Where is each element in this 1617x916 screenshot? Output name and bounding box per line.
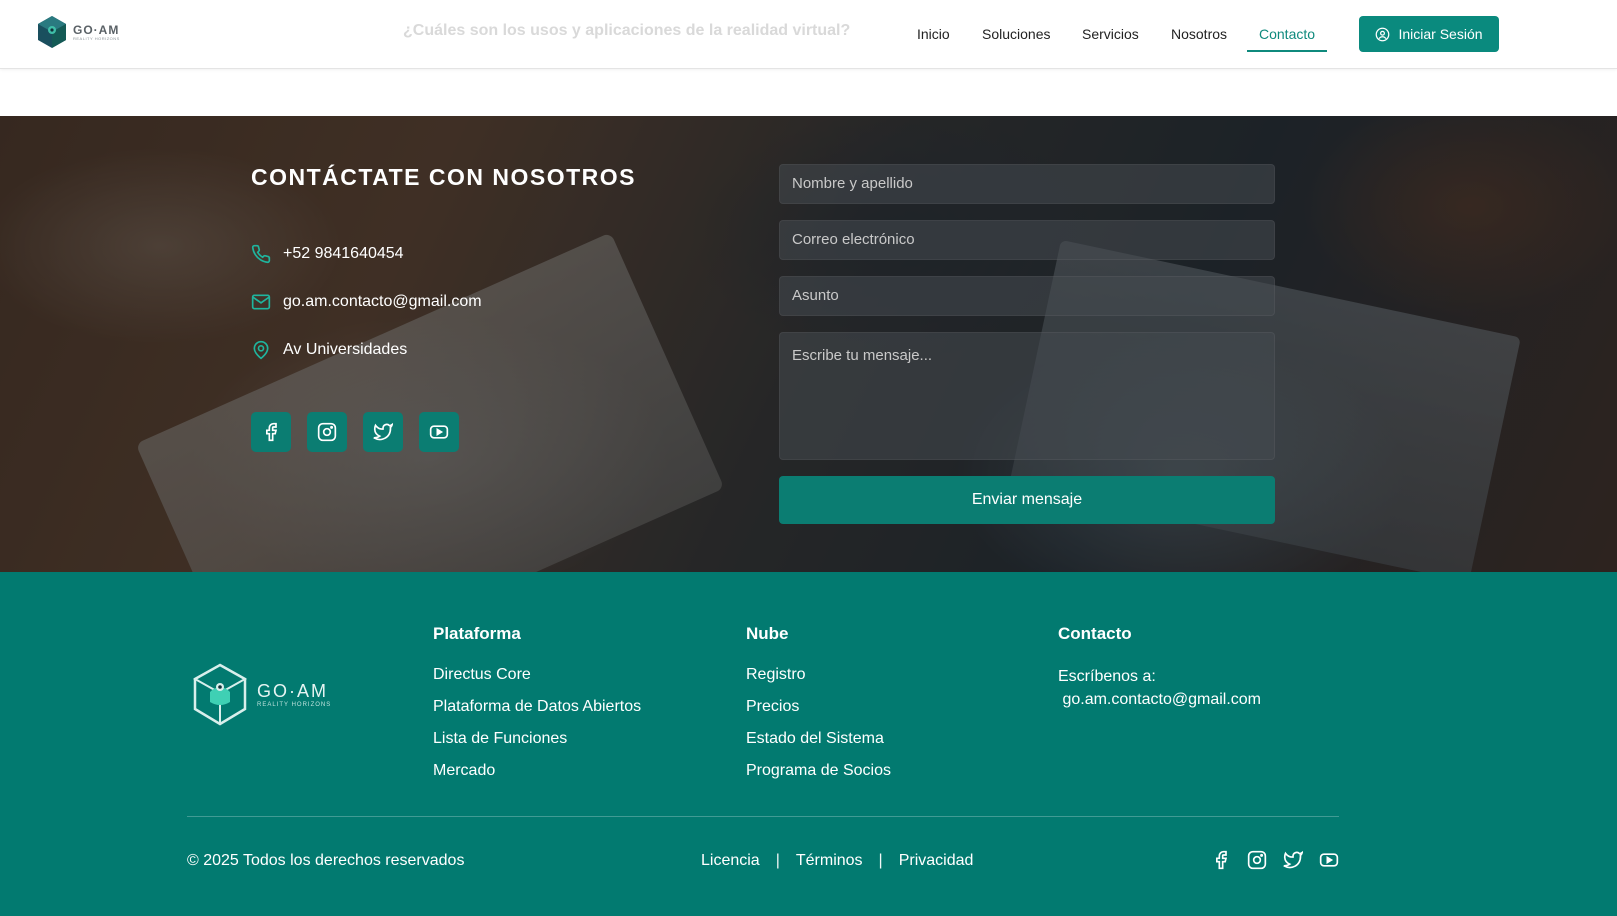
footer-logo-subtext: REALITY HORIZONS [257,702,332,708]
instagram-icon[interactable] [1247,850,1267,870]
login-label: Iniciar Sesión [1398,26,1483,42]
contact-socials [251,412,459,452]
footer-column-title: Plataforma [433,624,521,643]
facebook-button[interactable] [251,412,291,452]
footer-link-lista-funciones[interactable]: Lista de Funciones [433,729,641,749]
nav-active-indicator [1247,50,1327,52]
footer-divider [187,816,1339,817]
logo-text: GO·AM [73,22,120,37]
legal-separator: | [878,852,883,869]
contact-section: CONTÁCTATE CON NOSOTROS +52 9841640454 g… [0,116,1617,572]
footer-logo-text: GO·AM [257,681,328,701]
nav-item-servicios[interactable]: Servicios [1082,26,1139,42]
youtube-icon [429,425,449,439]
footer-link-estado-sistema[interactable]: Estado del Sistema [746,729,891,749]
email-text: go.am.contacto@gmail.com [283,293,482,310]
subject-field[interactable]: Asunto [779,276,1275,316]
nav-item-soluciones[interactable]: Soluciones [982,26,1051,42]
facebook-icon[interactable] [1211,850,1231,870]
footer-column-title: Contacto [1058,624,1132,643]
footer-link-precios[interactable]: Precios [746,697,891,717]
footer-link-datos-abiertos[interactable]: Plataforma de Datos Abiertos [433,697,641,717]
phone-text: +52 9841640454 [283,245,404,262]
twitter-button[interactable] [363,412,403,452]
mail-icon [251,294,271,310]
site-footer: GO·AM REALITY HORIZONS Plataforma Direct… [0,572,1617,916]
contact-phone: +52 9841640454 [251,244,404,264]
youtube-icon[interactable] [1319,850,1339,870]
legal-link-terminos[interactable]: Términos [796,852,863,870]
nav-item-nosotros[interactable]: Nosotros [1171,26,1227,42]
twitter-icon [373,422,393,441]
login-button[interactable]: Iniciar Sesión [1359,16,1499,52]
logo-cube-icon [192,663,248,726]
user-circle-icon [1376,27,1390,41]
footer-link-programa-socios[interactable]: Programa de Socios [746,761,891,781]
map-pin-icon [253,340,269,360]
nav-item-inicio[interactable]: Inicio [917,26,950,42]
footer-column-nube: Nube Registro Precios Estado del Sistema… [746,624,891,793]
email-field[interactable]: Correo electrónico [779,220,1275,260]
logo-subtext: REALITY HORIZONS [73,35,120,41]
instagram-icon [317,422,337,442]
contact-address: Av Universidades [251,340,407,360]
footer-column-contacto: Contacto Escríbenos a: go.am.contacto@gm… [1058,624,1261,711]
footer-socials [1211,850,1339,870]
footer-link-directus-core[interactable]: Directus Core [433,665,641,685]
phone-icon [251,244,271,264]
footer-link-mercado[interactable]: Mercado [433,761,641,781]
facebook-icon [266,422,278,442]
legal-link-privacidad[interactable]: Privacidad [899,852,974,870]
name-field[interactable]: Nombre y apellido [779,164,1275,204]
contact-title: CONTÁCTATE CON NOSOTROS [251,164,637,190]
instagram-button[interactable] [307,412,347,452]
footer-contact-email[interactable]: go.am.contacto@gmail.com [1058,688,1261,711]
send-message-button[interactable]: Enviar mensaje [779,476,1275,524]
message-textarea[interactable]: Escribe tu mensaje... [779,332,1275,460]
top-header: GO·AM REALITY HORIZONS ¿Cuáles son los u… [0,0,1617,69]
copyright-text: © 2025 Todos los derechos reservados [187,852,465,869]
faded-page-title: ¿Cuáles son los usos y aplicaciones de l… [403,22,851,39]
contact-email: go.am.contacto@gmail.com [251,292,482,312]
address-text: Av Universidades [283,341,408,358]
legal-link-licencia[interactable]: Licencia [701,852,760,870]
legal-separator: | [775,852,780,869]
twitter-icon[interactable] [1283,850,1303,870]
footer-logo[interactable]: GO·AM REALITY HORIZONS [191,662,331,728]
youtube-button[interactable] [419,412,459,452]
footer-contact-label: Escríbenos a: [1058,668,1156,685]
footer-link-registro[interactable]: Registro [746,665,891,685]
legal-links: Licencia | Términos | Privacidad [701,852,973,870]
footer-column-plataforma: Plataforma Directus Core Plataforma de D… [433,624,641,793]
logo-cube-icon [38,16,66,48]
logo[interactable]: GO·AM REALITY HORIZONS [35,14,120,50]
footer-column-title: Nube [746,624,789,643]
nav-item-contacto[interactable]: Contacto [1259,26,1315,42]
